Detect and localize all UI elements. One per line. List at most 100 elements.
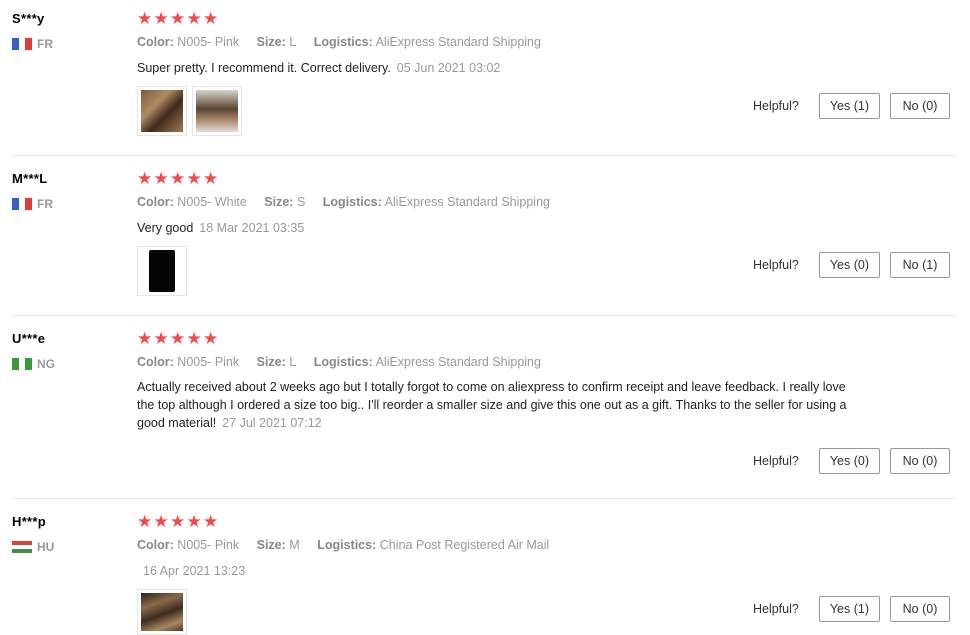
reviewer-country: FR: [12, 197, 53, 211]
country-code: FR: [37, 37, 53, 51]
star-icon: ★: [137, 9, 153, 28]
star-icon: ★: [153, 9, 169, 28]
star-rating: ★ ★ ★ ★ ★: [137, 513, 220, 530]
no-button[interactable]: No (0): [890, 93, 950, 119]
order-attributes: Color: N005- Pink Size: M Logistics: Chi…: [137, 538, 563, 552]
size-label: Size:: [256, 35, 286, 49]
color-label: Color:: [137, 35, 174, 49]
france-flag-icon: [12, 38, 32, 50]
country-code: FR: [37, 197, 53, 211]
star-icon: ★: [203, 169, 219, 188]
helpful-vote: Helpful? Yes (1) No (0): [753, 93, 950, 119]
star-icon: ★: [186, 329, 202, 348]
france-flag-icon: [12, 198, 32, 210]
order-attributes: Color: N005- Pink Size: L Logistics: Ali…: [137, 35, 555, 49]
reviewer-name: H***p: [12, 514, 47, 529]
review-content: Very good 18 Mar 2021 03:35: [137, 219, 857, 237]
logistics-value: AliExpress Standard Shipping: [375, 35, 541, 49]
color-label: Color:: [137, 355, 174, 369]
review-text: Very good: [137, 221, 194, 235]
review-content: 16 Apr 2021 13:23: [137, 562, 857, 580]
star-icon: ★: [186, 512, 202, 531]
yes-button[interactable]: Yes (0): [818, 252, 880, 278]
size-label: Size:: [264, 195, 294, 209]
divider: [12, 155, 956, 156]
star-icon: ★: [170, 512, 186, 531]
logistics-label: Logistics:: [313, 35, 373, 49]
divider: [12, 315, 956, 316]
star-icon: ★: [170, 329, 186, 348]
order-attributes: Color: N005- Pink Size: L Logistics: Ali…: [137, 355, 555, 369]
reviewer-country: FR: [12, 37, 53, 51]
size-label: Size:: [256, 538, 286, 552]
star-rating: ★ ★ ★ ★ ★: [137, 10, 220, 27]
size-value: L: [289, 35, 297, 49]
color-value: N005- Pink: [177, 355, 240, 369]
size-value: L: [289, 355, 297, 369]
star-rating: ★ ★ ★ ★ ★: [137, 170, 220, 187]
country-code: NG: [37, 357, 55, 371]
review-photos: [137, 589, 192, 635]
helpful-label: Helpful?: [752, 258, 799, 272]
review-date: 16 Apr 2021 13:23: [143, 564, 246, 578]
review-photos: [137, 246, 192, 296]
logistics-value: China Post Registered Air Mail: [379, 538, 550, 552]
size-label: Size:: [256, 355, 286, 369]
order-attributes: Color: N005- White Size: S Logistics: Al…: [137, 195, 564, 209]
reviewer-name: M***L: [12, 171, 48, 186]
yes-button[interactable]: Yes (1): [818, 93, 880, 119]
star-icon: ★: [203, 512, 219, 531]
review-content: Super pretty. I recommend it. Correct de…: [137, 59, 857, 77]
yes-button[interactable]: Yes (1): [818, 596, 880, 622]
helpful-vote: Helpful? Yes (1) No (0): [753, 596, 950, 622]
star-icon: ★: [137, 329, 153, 348]
logistics-label: Logistics:: [322, 195, 382, 209]
star-rating: ★ ★ ★ ★ ★: [137, 330, 220, 347]
size-value: M: [289, 538, 300, 552]
reviewer-country: NG: [12, 357, 55, 371]
review-content: Actually received about 2 weeks ago but …: [137, 378, 857, 432]
review-date: 27 Jul 2021 07:12: [222, 416, 322, 430]
helpful-vote: Helpful? Yes (0) No (1): [753, 252, 950, 278]
no-button[interactable]: No (1): [890, 252, 950, 278]
logistics-label: Logistics:: [317, 538, 377, 552]
helpful-vote: Helpful? Yes (0) No (0): [753, 448, 950, 474]
review-photo[interactable]: [137, 246, 187, 296]
star-icon: ★: [186, 169, 202, 188]
star-icon: ★: [203, 329, 219, 348]
color-value: N005- Pink: [177, 35, 240, 49]
no-button[interactable]: No (0): [890, 448, 950, 474]
helpful-label: Helpful?: [752, 602, 799, 616]
no-button[interactable]: No (0): [890, 596, 950, 622]
size-value: S: [296, 195, 306, 209]
star-icon: ★: [170, 9, 186, 28]
star-icon: ★: [186, 9, 202, 28]
color-label: Color:: [137, 538, 174, 552]
logistics-value: AliExpress Standard Shipping: [384, 195, 550, 209]
color-value: N005- White: [177, 195, 247, 209]
star-icon: ★: [137, 169, 153, 188]
color-value: N005- Pink: [177, 538, 240, 552]
hungary-flag-icon: [12, 541, 32, 553]
helpful-label: Helpful?: [752, 99, 799, 113]
star-icon: ★: [137, 512, 153, 531]
review-date: 18 Mar 2021 03:35: [199, 221, 305, 235]
review-photo[interactable]: [137, 589, 187, 635]
reviewer-country: HU: [12, 540, 54, 554]
yes-button[interactable]: Yes (0): [818, 448, 880, 474]
reviewer-name: S***y: [12, 11, 45, 26]
nigeria-flag-icon: [12, 358, 32, 370]
star-icon: ★: [153, 169, 169, 188]
helpful-label: Helpful?: [752, 454, 799, 468]
country-code: HU: [37, 540, 55, 554]
logistics-value: AliExpress Standard Shipping: [375, 355, 541, 369]
star-icon: ★: [153, 329, 169, 348]
review-date: 05 Jun 2021 03:02: [396, 61, 501, 75]
review-photo[interactable]: [137, 86, 187, 136]
divider: [12, 498, 956, 499]
review-photos: [137, 86, 247, 136]
star-icon: ★: [170, 169, 186, 188]
color-label: Color:: [137, 195, 174, 209]
logistics-label: Logistics:: [313, 355, 373, 369]
review-photo[interactable]: [192, 86, 242, 136]
